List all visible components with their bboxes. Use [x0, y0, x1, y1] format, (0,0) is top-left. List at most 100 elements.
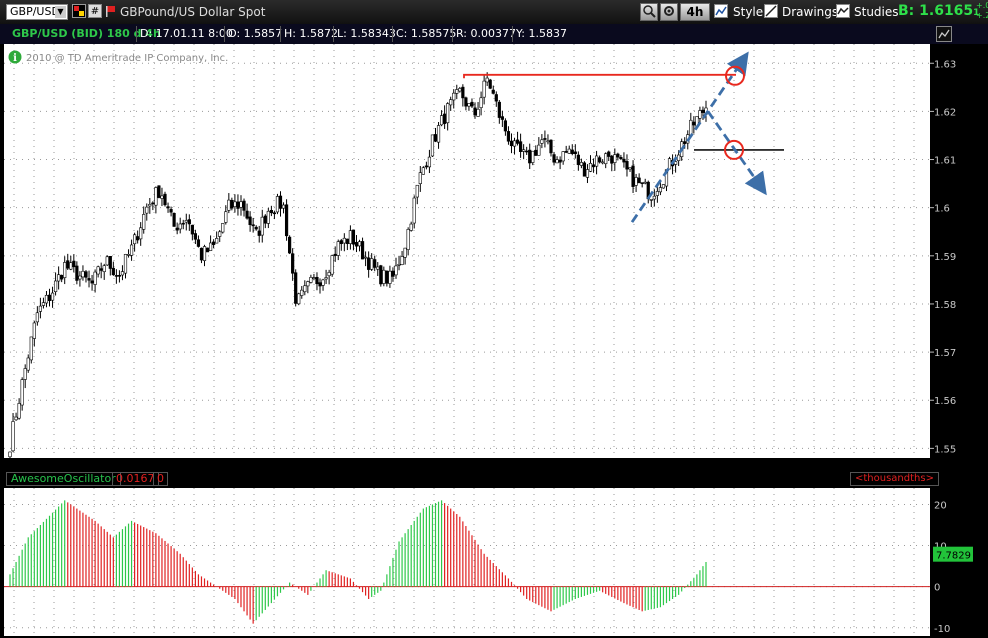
studies-menu[interactable]: Studies: [854, 4, 899, 20]
divider: [136, 26, 137, 42]
candle-down: [534, 149, 538, 156]
copyright-notice: i 2010 @ TD Ameritrade IP Company, Inc.: [8, 50, 228, 64]
candle-up: [357, 241, 362, 247]
hash-icon[interactable]: #: [88, 4, 102, 18]
candle-down: [318, 282, 322, 287]
candle-down: [248, 216, 252, 226]
candle-down: [181, 222, 185, 225]
candle-up: [415, 184, 419, 198]
axis-tick-label: 1.62: [934, 107, 956, 118]
candle-up: [224, 211, 228, 223]
candle-down: [114, 275, 118, 277]
candle-down: [631, 165, 635, 187]
chart-type-button[interactable]: [936, 26, 952, 42]
candle-down: [199, 247, 204, 261]
candle-down: [193, 233, 197, 240]
style-menu[interactable]: Style: [733, 4, 763, 20]
oscillator-chart[interactable]: 20100-107.7829: [0, 488, 988, 638]
candle-down: [491, 89, 495, 94]
candle-up: [215, 238, 219, 244]
oscillator-units: <thousandths>: [850, 472, 939, 486]
candle-up: [330, 255, 334, 275]
candle-up: [32, 322, 36, 339]
drawings-menu[interactable]: Drawings: [782, 4, 838, 20]
candle-up: [309, 277, 313, 283]
candle-up: [50, 292, 55, 301]
candle-down: [515, 139, 520, 144]
candle-up: [81, 270, 85, 278]
candle-down: [576, 154, 580, 165]
candle-up: [78, 275, 82, 280]
candle-down: [212, 241, 216, 245]
candle-down: [251, 224, 255, 227]
candle-up: [567, 148, 571, 154]
chart-header: GBP/USD (BID) 180 d 4h D: 17.01.11 8:00 …: [0, 24, 988, 45]
candle-up: [154, 187, 158, 206]
candle-up: [218, 231, 222, 237]
candle-down: [640, 182, 644, 184]
candle-up: [102, 265, 106, 273]
candle-down: [263, 215, 267, 224]
candle-down: [175, 227, 179, 231]
candle-up: [275, 196, 280, 213]
candle-down: [99, 268, 103, 271]
axis-tick-label: 1.57: [934, 348, 956, 359]
copyright-text: 2010 @ TD Ameritrade IP Company, Inc.: [26, 53, 228, 64]
candle-up: [613, 154, 617, 163]
candle-up: [427, 156, 432, 168]
candle-down: [701, 109, 705, 113]
candle-down: [291, 253, 295, 274]
flag-icon[interactable]: [104, 4, 118, 18]
candle-up: [208, 242, 213, 251]
candle-up: [661, 184, 666, 189]
candle-down: [172, 212, 176, 227]
zoom-button[interactable]: [640, 3, 658, 21]
candle-down: [598, 157, 602, 163]
candle-down: [205, 247, 210, 253]
candle-down: [528, 149, 532, 164]
candle-up: [649, 198, 653, 201]
candle-down: [473, 107, 477, 116]
interval-button[interactable]: 4h: [680, 3, 710, 21]
candle-up: [38, 305, 42, 312]
candle-down: [692, 121, 696, 126]
candle-up: [63, 262, 67, 278]
price-chart[interactable]: 1.63 1.62 1.61 1.6 1.59 1.58 1.57 1.56 1.55 i 20…: [0, 44, 988, 470]
symbol-selector[interactable]: GBP/USD ▼: [6, 4, 68, 20]
candle-down: [573, 151, 577, 155]
style-icon[interactable]: [714, 4, 728, 18]
candle-up: [394, 265, 398, 276]
candle-up: [479, 97, 483, 108]
candle-down: [333, 253, 337, 256]
candle-up: [537, 144, 541, 156]
candle-up: [53, 280, 58, 293]
chevron-down-icon[interactable]: ▼: [55, 6, 66, 18]
candle-down: [187, 219, 191, 225]
divider: [392, 26, 393, 42]
candle-up: [397, 264, 401, 266]
candle-down: [622, 158, 626, 163]
drawings-icon[interactable]: [764, 4, 778, 18]
candle-up: [266, 210, 270, 224]
candle-down: [506, 131, 511, 142]
candle-down: [242, 200, 246, 211]
chart-icon: [938, 29, 950, 39]
candle-down: [503, 120, 508, 132]
studies-icon[interactable]: [836, 4, 850, 18]
axis-tick-label: 1.58: [934, 300, 956, 311]
candle-down: [166, 206, 170, 209]
settings-button[interactable]: [660, 3, 678, 21]
candle-down: [500, 116, 504, 120]
candle-down: [610, 155, 614, 164]
last-value-text: 7.7829: [936, 551, 971, 562]
oscillator-header: AwesomeOscillator 0.0167 0 <thousandths>: [0, 470, 988, 488]
color-link-icon[interactable]: [72, 4, 86, 18]
oscillator-name[interactable]: AwesomeOscillator: [6, 472, 121, 486]
candle-up: [281, 204, 286, 209]
change-bottom: +.2: [976, 11, 988, 20]
candle-up: [485, 77, 489, 83]
candle-up: [403, 247, 407, 258]
candle-down: [315, 276, 319, 285]
candle-up: [436, 125, 441, 143]
candle-up: [221, 223, 225, 233]
